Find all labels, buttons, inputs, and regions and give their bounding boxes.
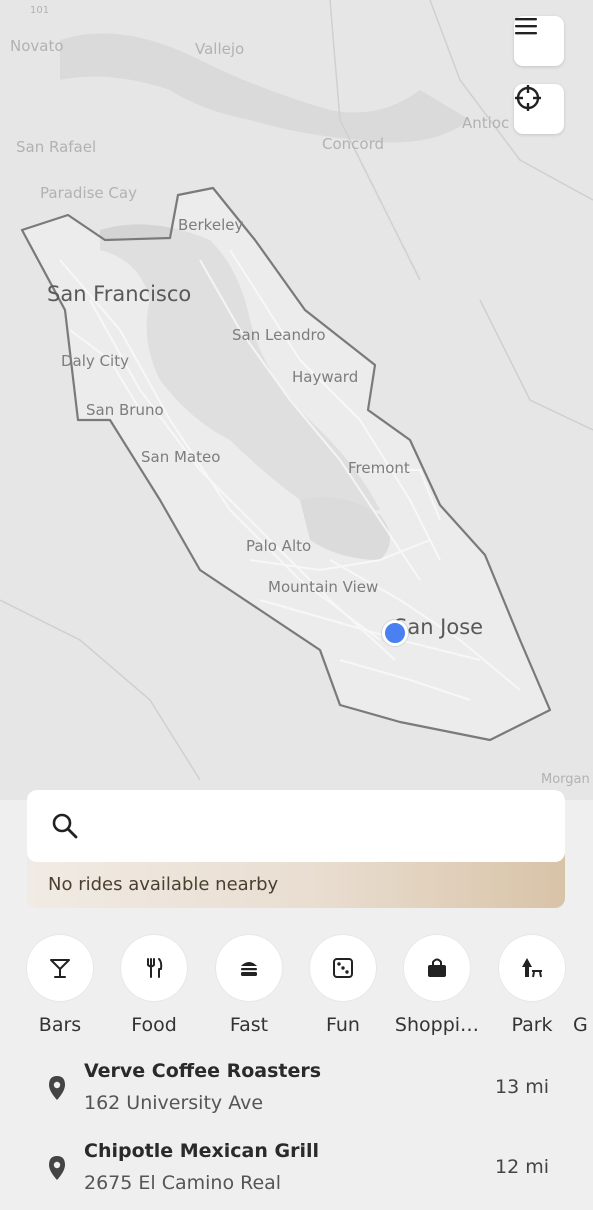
category-food-label: Food bbox=[131, 1014, 177, 1036]
fork-knife-icon bbox=[147, 958, 163, 978]
search-bar[interactable] bbox=[27, 790, 565, 862]
no-rides-notice: No rides available nearby bbox=[48, 874, 279, 895]
recenter-button[interactable] bbox=[514, 84, 564, 134]
category-partial-spacer bbox=[573, 935, 593, 1001]
map-view[interactable]: 101 Novato Vallejo Antioc San Rafael Con… bbox=[0, 0, 593, 800]
place-address: 162 University Ave bbox=[84, 1092, 264, 1114]
category-fast-circle[interactable] bbox=[216, 935, 282, 1001]
search-icon bbox=[52, 813, 78, 839]
category-shopping[interactable]: Shoppi… bbox=[390, 935, 484, 1036]
menu-icon bbox=[515, 18, 537, 35]
cocktail-icon bbox=[50, 959, 70, 978]
map-route-marker: 101 bbox=[30, 5, 50, 16]
map-label-mountain-view: Mountain View bbox=[268, 578, 379, 596]
map-label-berkeley: Berkeley bbox=[178, 216, 244, 234]
category-fun-label: Fun bbox=[326, 1014, 360, 1036]
map-label-san-bruno: San Bruno bbox=[86, 401, 164, 419]
map-label-daly-city: Daly City bbox=[61, 352, 129, 370]
category-park-label: Park bbox=[511, 1014, 553, 1036]
place-distance: 13 mi bbox=[494, 1076, 549, 1098]
category-shopping-circle[interactable] bbox=[404, 935, 470, 1001]
category-food-circle[interactable] bbox=[121, 935, 187, 1001]
search-input[interactable] bbox=[93, 814, 517, 838]
place-distance: 12 mi bbox=[494, 1156, 549, 1178]
map-label-san-rafael: San Rafael bbox=[16, 138, 97, 156]
category-bars-circle[interactable] bbox=[27, 935, 93, 1001]
map-label-paradise-cay: Paradise Cay bbox=[40, 184, 137, 202]
map-label-fremont: Fremont bbox=[348, 459, 410, 477]
location-pin-icon bbox=[49, 1076, 65, 1100]
category-fun-circle[interactable] bbox=[310, 935, 376, 1001]
category-partial[interactable]: G bbox=[573, 935, 593, 1036]
menu-button[interactable] bbox=[514, 16, 564, 66]
category-fast-label: Fast bbox=[229, 1014, 269, 1036]
category-bars-label: Bars bbox=[38, 1014, 82, 1036]
search-card: No rides available nearby bbox=[27, 790, 565, 908]
category-partial-label: G bbox=[573, 1014, 588, 1036]
burger-icon bbox=[241, 962, 257, 976]
category-park[interactable]: Park bbox=[485, 935, 579, 1036]
location-pin-icon bbox=[49, 1156, 65, 1180]
place-address: 2675 El Camino Real bbox=[84, 1172, 282, 1194]
map-label-san-mateo: San Mateo bbox=[141, 448, 221, 466]
place-name: Chipotle Mexican Grill bbox=[84, 1140, 320, 1162]
dice-icon bbox=[333, 958, 353, 978]
category-fast[interactable]: Fast bbox=[202, 935, 296, 1036]
place-name: Verve Coffee Roasters bbox=[84, 1060, 322, 1082]
map-label-san-francisco: San Francisco bbox=[47, 282, 192, 306]
map-label-antioch: Antioc bbox=[462, 114, 510, 132]
category-shopping-label: Shoppi… bbox=[394, 1014, 480, 1036]
map-label-vallejo: Vallejo bbox=[195, 40, 245, 58]
category-fun[interactable]: Fun bbox=[296, 935, 390, 1036]
place-item[interactable]: Verve Coffee Roasters 162 University Ave… bbox=[0, 1050, 593, 1130]
category-row[interactable]: Bars Food Fast Fun Shoppi… Park G bbox=[0, 935, 593, 1045]
park-icon bbox=[522, 958, 542, 978]
place-item[interactable]: Chipotle Mexican Grill 2675 El Camino Re… bbox=[0, 1130, 593, 1210]
category-park-circle[interactable] bbox=[499, 935, 565, 1001]
crosshair-icon bbox=[515, 85, 541, 111]
map-label-morgan: Morgan bbox=[541, 772, 590, 787]
category-food[interactable]: Food bbox=[107, 935, 201, 1036]
map-label-novato: Novato bbox=[10, 37, 64, 55]
current-location-marker bbox=[382, 620, 408, 646]
map-label-concord: Concord bbox=[322, 135, 385, 153]
map-label-hayward: Hayward bbox=[292, 368, 359, 386]
map-label-san-leandro: San Leandro bbox=[232, 326, 326, 344]
shopping-bag-icon bbox=[428, 958, 446, 977]
category-bars[interactable]: Bars bbox=[13, 935, 107, 1036]
map-label-palo-alto: Palo Alto bbox=[246, 537, 312, 555]
